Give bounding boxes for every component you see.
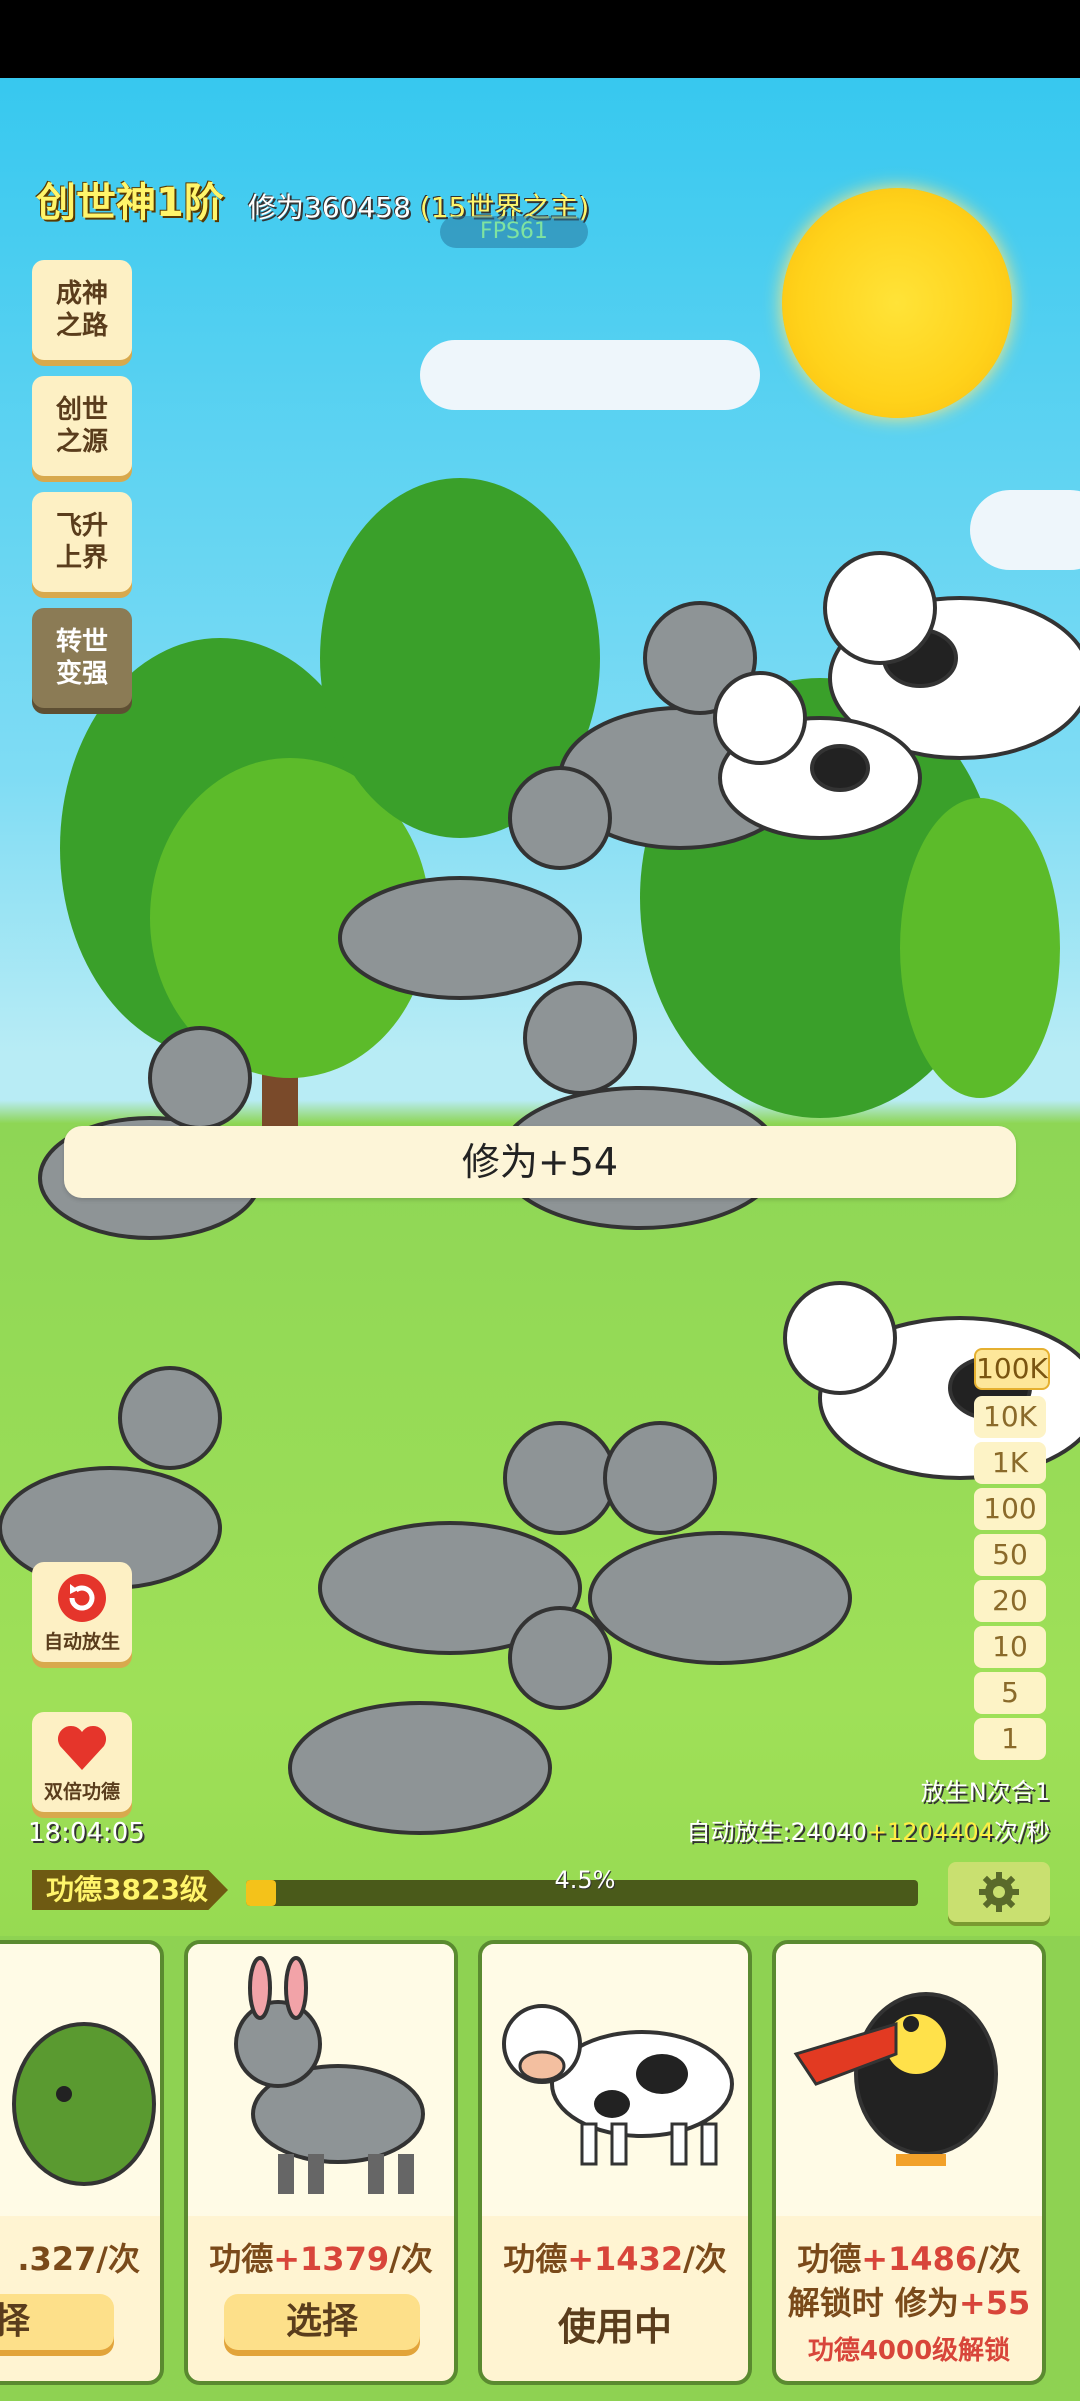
donkey-icon [234, 1956, 425, 2194]
card-merit-suffix: /次 [389, 2240, 433, 2278]
rank-title: 创世神1阶 [36, 180, 224, 226]
sidebar-item-label: 转世变强 [55, 627, 108, 689]
sidebar-item-label: 创世之源 [55, 395, 108, 457]
multiplier-100[interactable]: 100 [974, 1488, 1046, 1530]
card-unlock-prefix: 解锁时 修为 [787, 2284, 959, 2322]
auto-release-label: 自动放生 [43, 1631, 120, 1653]
multiplier-10[interactable]: 10 [974, 1626, 1046, 1668]
clock: 18:04:05 [28, 1818, 145, 1848]
card-merit-value: .327 [17, 2240, 97, 2278]
double-merit-button[interactable]: 双倍功德 [32, 1712, 132, 1812]
cultivation-toast: 修为+54 [64, 1126, 1016, 1198]
card-merit-suffix: /次 [683, 2240, 727, 2278]
card-merit-suffix: /次 [977, 2240, 1021, 2278]
multiplier-20[interactable]: 20 [974, 1580, 1046, 1622]
card-select-button[interactable]: 选择 [224, 2294, 420, 2350]
animal-card-crocodile[interactable]: .327/次 择 [0, 1940, 164, 2385]
card-image [0, 1944, 160, 2216]
card-merit-text: 功德+1432/次 [482, 2234, 748, 2280]
animal-card-cow[interactable]: 功德+1432/次 使用中 [478, 1940, 752, 2385]
card-unlock-bonus: 解锁时 修为+55 [776, 2278, 1042, 2324]
release-combo-text: 放生N次合1 [920, 1778, 1050, 1806]
fps-badge: FPS61 [440, 216, 588, 248]
status-bar [0, 0, 1080, 78]
card-merit-value: +1432 [567, 2240, 684, 2278]
settings-button[interactable] [948, 1862, 1050, 1922]
auto-rate-prefix: 自动放生:24040 [686, 1818, 867, 1846]
card-image [482, 1944, 748, 2216]
auto-release-button[interactable]: 自动放生 [32, 1562, 132, 1662]
card-merit-text: .327/次 [0, 2234, 160, 2280]
sidebar-item-reincarnate[interactable]: 转世变强 [32, 608, 132, 708]
sidebar-item-path-to-godhood[interactable]: 成神之路 [32, 260, 132, 360]
crocodile-icon [12, 2022, 156, 2186]
auto-release-rate: 自动放生:24040+1204404次/秒 [686, 1812, 1050, 1847]
card-merit-prefix: 功德 [503, 2240, 568, 2278]
card-merit-prefix: 功德 [209, 2240, 274, 2278]
heart-icon [57, 1725, 107, 1770]
cultivation-value: 修为360458 [248, 191, 411, 224]
sun-icon [782, 188, 1012, 418]
sidebar-item-label: 成神之路 [55, 279, 108, 341]
multiplier-1[interactable]: 1 [974, 1718, 1046, 1760]
card-merit-suffix: /次 [96, 2240, 140, 2278]
world-prefix: ( [419, 191, 431, 224]
merit-level-badge: 功德3823级 [32, 1870, 228, 1910]
gear-icon [979, 1872, 1019, 1912]
auto-rate-suffix: 次/秒 [993, 1818, 1050, 1846]
card-merit-value: +1486 [861, 2240, 978, 2278]
card-unlock-requirement: 功德4000级解锁 [807, 2336, 1011, 2366]
card-merit-text: 功德+1486/次 [776, 2234, 1042, 2280]
merit-progress-text: 4.5% [554, 1866, 616, 1894]
game-scene[interactable]: 创世神1阶 修为360458 (15世界之主) FPS61 成神之路 创世之源 … [0, 78, 1080, 2401]
merit-progress-fill [246, 1880, 277, 1906]
animal-herd [0, 551, 1080, 1835]
animal-card-toucan[interactable]: 功德+1486/次 解锁时 修为+55 功德4000级解锁 [772, 1940, 1046, 2385]
cow-icon [502, 2004, 734, 2166]
sidebar-item-source-of-creation[interactable]: 创世之源 [32, 376, 132, 476]
sidebar-item-label: 飞升上界 [55, 511, 108, 573]
card-image [188, 1944, 454, 2216]
toucan-icon [793, 1992, 998, 2166]
auto-rate-bonus: +1204404 [866, 1818, 994, 1846]
multiplier-1k[interactable]: 1K [974, 1442, 1046, 1484]
card-merit-value: +1379 [273, 2240, 390, 2278]
cloud-icon [420, 340, 760, 410]
card-merit-prefix: 功德 [797, 2240, 862, 2278]
multiplier-10k[interactable]: 10K [974, 1396, 1046, 1438]
animal-card-donkey[interactable]: 功德+1379/次 选择 [184, 1940, 458, 2385]
card-select-button[interactable]: 择 [0, 2294, 114, 2350]
double-merit-label: 双倍功德 [43, 1781, 120, 1803]
card-image [776, 1944, 1042, 2216]
refresh-icon [58, 1574, 106, 1622]
multiplier-100k[interactable]: 100K [974, 1348, 1050, 1390]
multiplier-5[interactable]: 5 [974, 1672, 1046, 1714]
cow-icon [713, 551, 1080, 1480]
card-merit-text: 功德+1379/次 [188, 2234, 454, 2280]
multiplier-50[interactable]: 50 [974, 1534, 1046, 1576]
sidebar-item-ascend[interactable]: 飞升上界 [32, 492, 132, 592]
card-in-use-status: 使用中 [557, 2305, 672, 2349]
card-unlock-value: +55 [958, 2284, 1031, 2322]
